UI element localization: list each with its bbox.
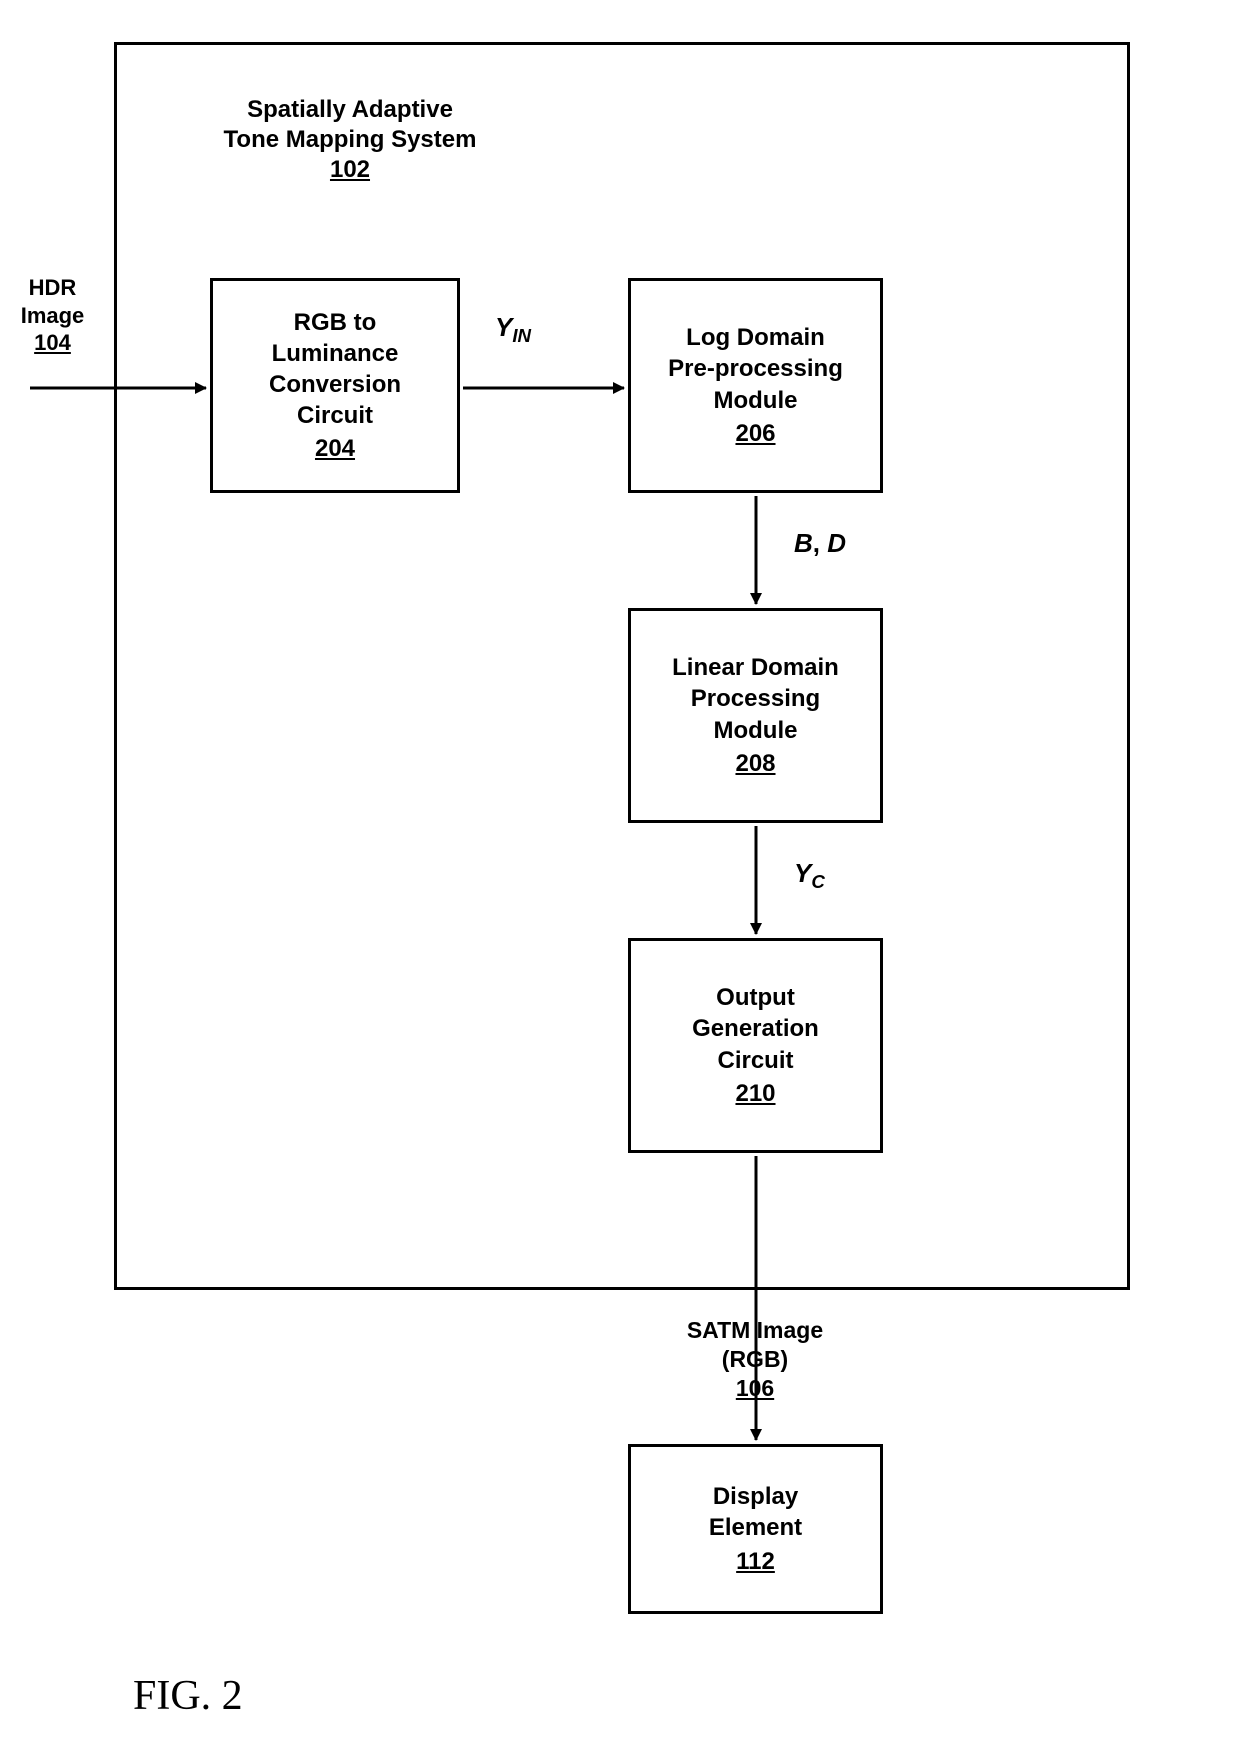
satm-line2: (RGB) bbox=[722, 1346, 788, 1372]
b112-ref: 112 bbox=[736, 1546, 775, 1577]
signal-yc-label: YC bbox=[794, 858, 825, 893]
b204-ref: 204 bbox=[315, 433, 355, 464]
system-ref: 102 bbox=[330, 156, 370, 183]
bd-d: D bbox=[827, 528, 846, 558]
b206-line1: Log Domain bbox=[686, 324, 825, 351]
system-title-line2: Tone Mapping System bbox=[224, 126, 477, 153]
system-title: Spatially Adaptive Tone Mapping System 1… bbox=[175, 95, 525, 185]
b112-line1: Display bbox=[713, 1483, 798, 1510]
hdr-ref: 104 bbox=[34, 330, 71, 355]
hdr-line2: Image bbox=[21, 303, 85, 328]
yin-sub: IN bbox=[512, 325, 531, 346]
b206-line2: Pre-processing bbox=[668, 355, 843, 382]
b208-line3: Module bbox=[713, 717, 797, 744]
output-generation-block: Output Generation Circuit 210 bbox=[628, 938, 883, 1153]
figure-label: FIG. 2 bbox=[133, 1672, 243, 1720]
b210-line2: Generation bbox=[692, 1015, 819, 1042]
b210-line1: Output bbox=[716, 984, 795, 1011]
satm-output-label: SATM Image (RGB) 106 bbox=[620, 1316, 890, 1402]
bd-b: B bbox=[794, 528, 813, 558]
system-boundary-box bbox=[114, 42, 1130, 1290]
log-domain-block: Log Domain Pre-processing Module 206 bbox=[628, 278, 883, 493]
b204-line1: RGB to bbox=[294, 309, 377, 336]
b204-line4: Circuit bbox=[297, 402, 373, 429]
linear-domain-block: Linear Domain Processing Module 208 bbox=[628, 608, 883, 823]
b204-line3: Conversion bbox=[269, 371, 401, 398]
system-title-line1: Spatially Adaptive bbox=[247, 96, 453, 123]
display-element-block: Display Element 112 bbox=[628, 1444, 883, 1614]
satm-line1: SATM Image bbox=[687, 1317, 823, 1343]
satm-ref: 106 bbox=[736, 1375, 774, 1401]
b210-line3: Circuit bbox=[717, 1047, 793, 1074]
b208-line1: Linear Domain bbox=[672, 654, 839, 681]
yc-base: Y bbox=[794, 858, 811, 888]
signal-yin-label: YIN bbox=[495, 312, 531, 347]
signal-bd-label: B, D bbox=[794, 528, 846, 559]
yin-base: Y bbox=[495, 312, 512, 342]
hdr-line1: HDR bbox=[29, 275, 77, 300]
b210-ref: 210 bbox=[735, 1078, 775, 1109]
rgb-luminance-block: RGB to Luminance Conversion Circuit 204 bbox=[210, 278, 460, 493]
b206-line3: Module bbox=[713, 387, 797, 414]
b204-line2: Luminance bbox=[272, 340, 399, 367]
b208-ref: 208 bbox=[735, 748, 775, 779]
b208-line2: Processing bbox=[691, 685, 820, 712]
b206-ref: 206 bbox=[735, 418, 775, 449]
hdr-input-label: HDR Image 104 bbox=[0, 274, 105, 357]
yc-sub: C bbox=[811, 871, 825, 892]
bd-sep: , bbox=[813, 528, 827, 558]
b112-line2: Element bbox=[709, 1514, 802, 1541]
